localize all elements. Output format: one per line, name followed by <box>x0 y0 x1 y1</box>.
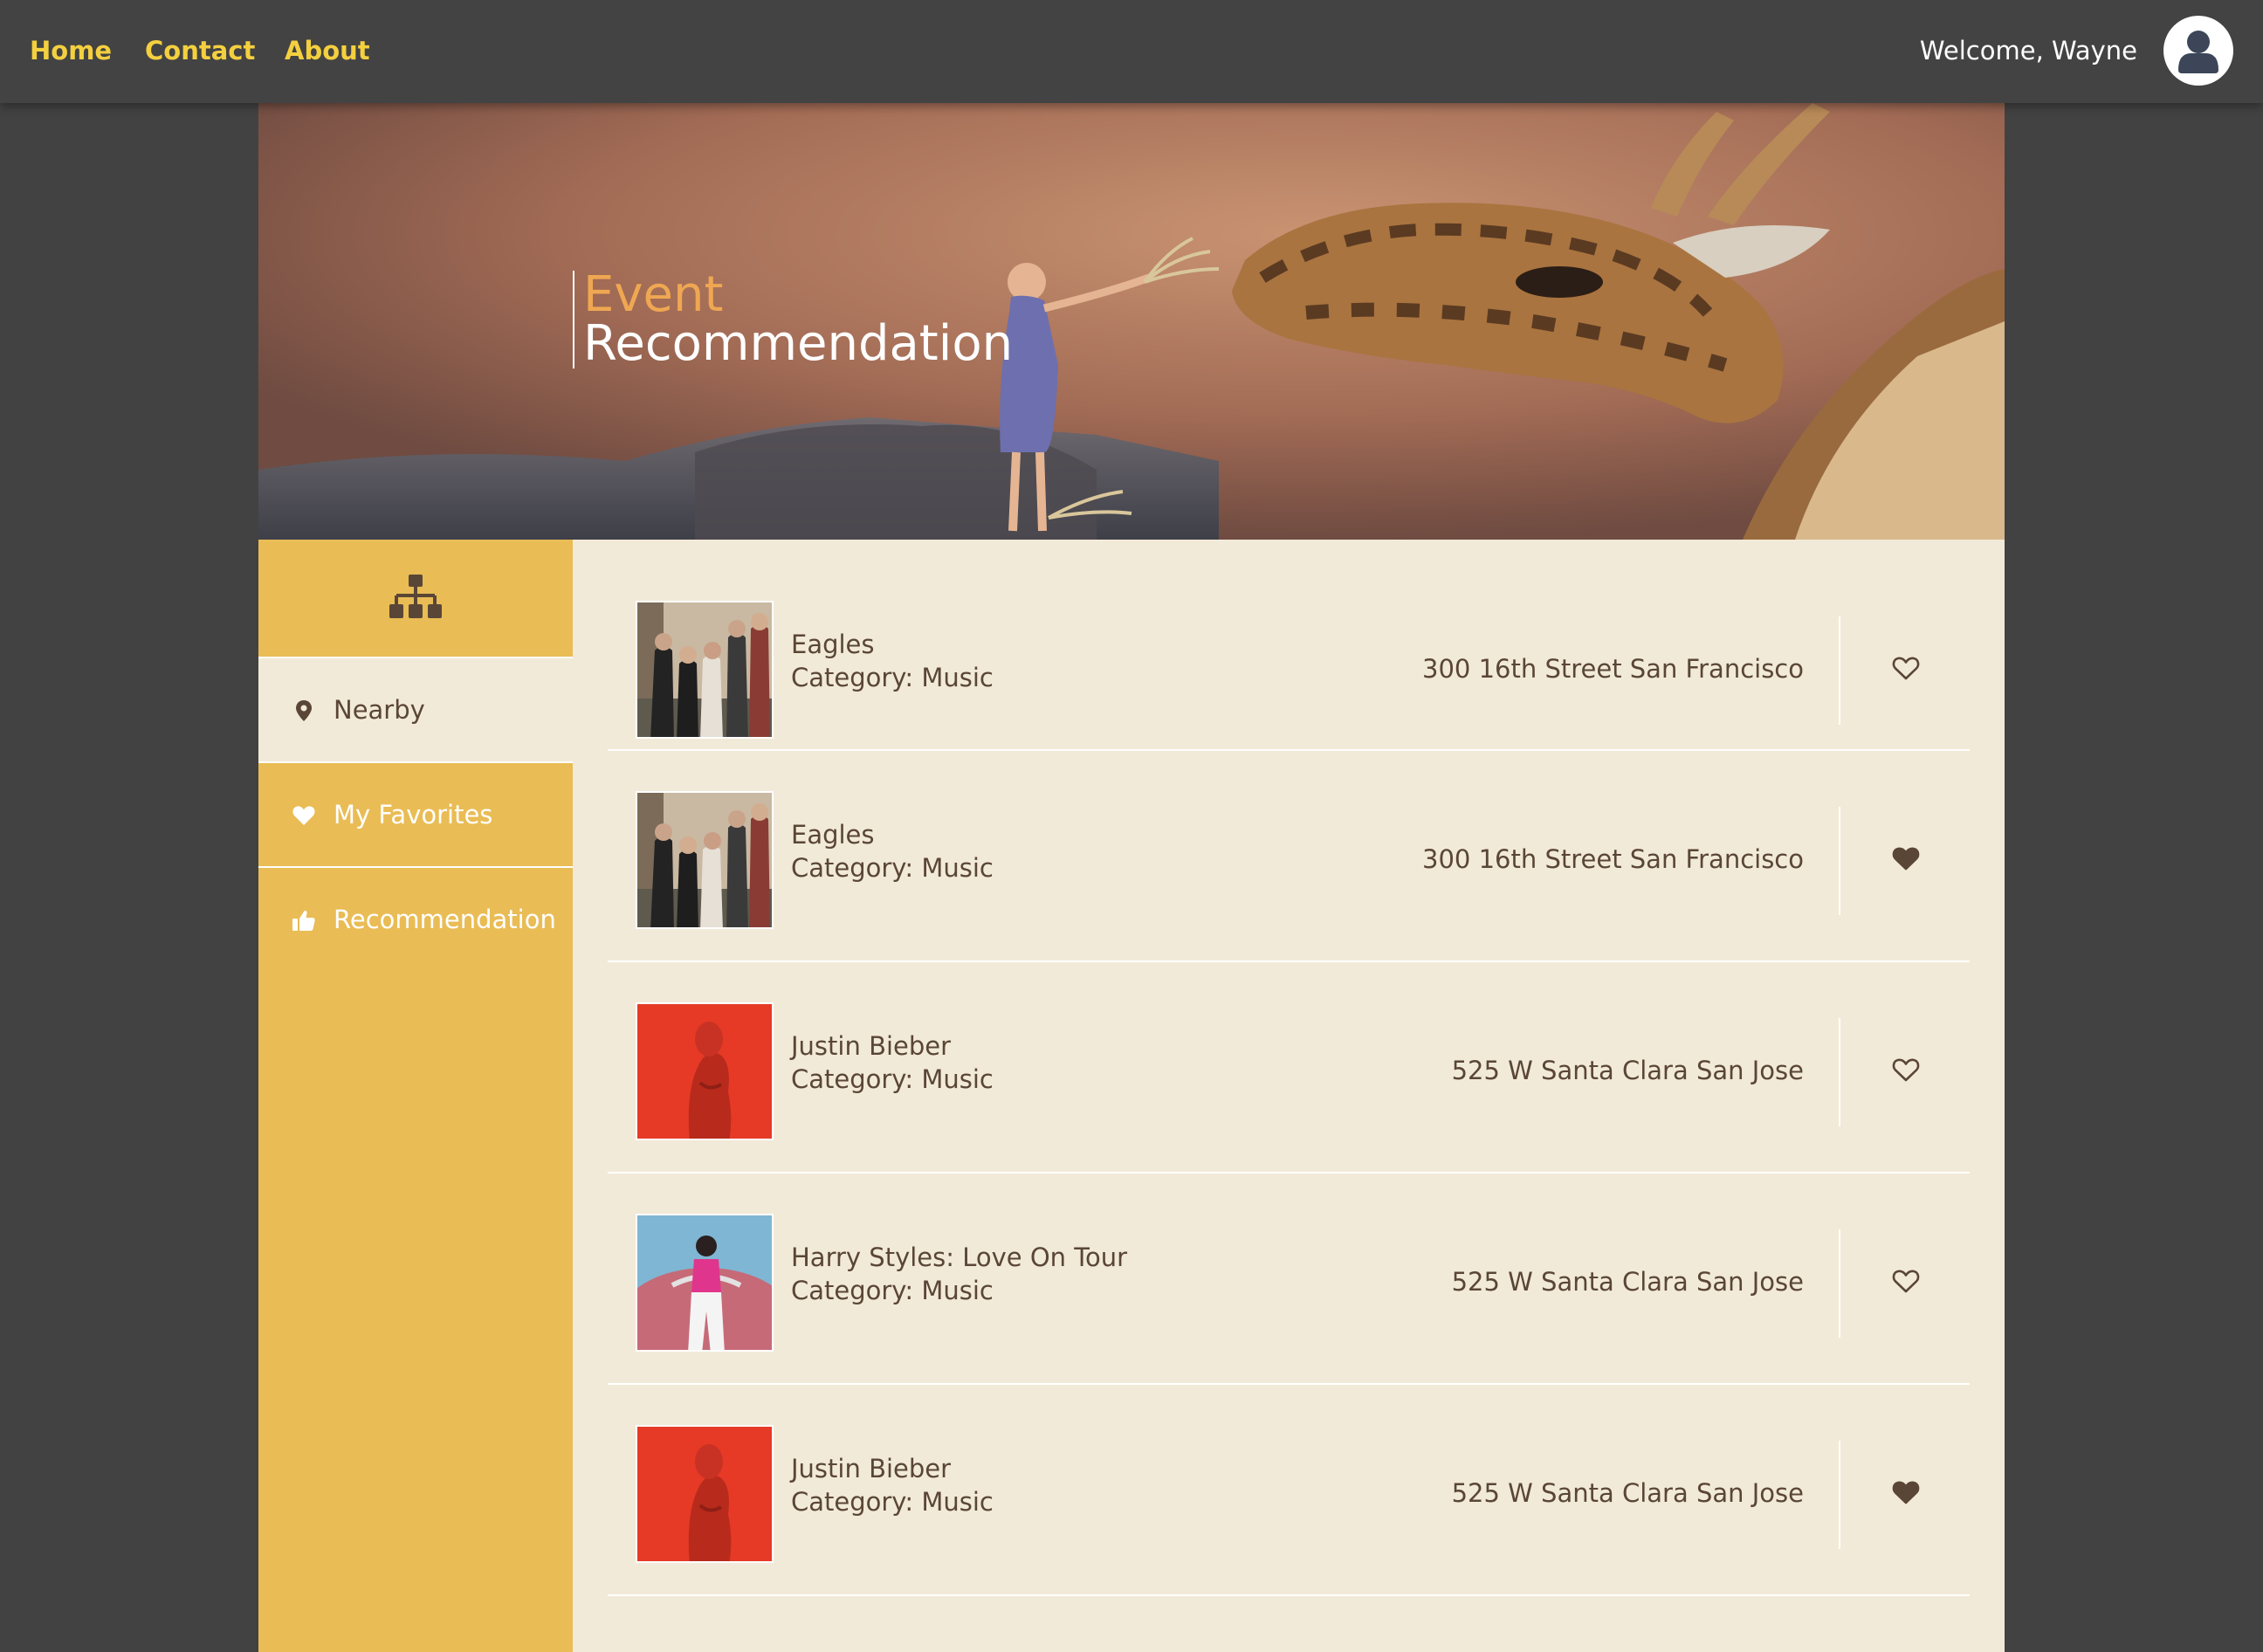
event-category: Category: Music <box>791 853 994 883</box>
sitemap-icon <box>389 575 442 618</box>
event-thumbnail <box>636 1425 774 1563</box>
event-category: Category: Music <box>791 1276 994 1305</box>
event-address: 525 W Santa Clara San Jose <box>1451 1267 1804 1297</box>
event-thumbnail <box>636 1214 774 1352</box>
favorite-heart-outline-icon[interactable] <box>1891 1057 1921 1083</box>
event-name[interactable]: Justin Bieber <box>791 1453 951 1484</box>
sidebar-item-my-favorites[interactable]: My Favorites <box>258 763 573 868</box>
user-avatar-icon[interactable] <box>2163 16 2233 86</box>
nav-contact-link[interactable]: Contact <box>145 35 255 66</box>
event-list-item[interactable]: Eagles Category: Music 300 16th Street S… <box>608 540 1970 751</box>
event-name[interactable]: Eagles <box>791 819 875 850</box>
sidebar-item-label: My Favorites <box>334 800 493 829</box>
hero-title-line1: Event <box>583 266 724 323</box>
hero-title-line2: Recommendation <box>583 315 1014 372</box>
sidebar-item-recommendation[interactable]: Recommendation <box>258 868 573 973</box>
event-category: Category: Music <box>791 1064 994 1094</box>
divider <box>1839 1229 1840 1338</box>
event-category: Category: Music <box>791 1487 994 1517</box>
event-address: 300 16th Street San Francisco <box>1422 844 1804 874</box>
nav-about-link[interactable]: About <box>285 35 370 66</box>
favorite-heart-outline-icon[interactable] <box>1891 655 1921 681</box>
hero-background-image <box>258 103 2005 540</box>
sidebar-item-label: Recommendation <box>334 905 556 934</box>
event-address: 525 W Santa Clara San Jose <box>1451 1478 1804 1508</box>
divider <box>1839 807 1840 915</box>
heart-icon <box>292 806 315 825</box>
event-list-item[interactable]: Harry Styles: Love On Tour Category: Mus… <box>608 1174 1970 1385</box>
event-address: 525 W Santa Clara San Jose <box>1451 1056 1804 1085</box>
hero-title: Event Recommendation <box>573 271 1013 368</box>
map-pin-icon <box>296 700 312 721</box>
event-address: 300 16th Street San Francisco <box>1422 654 1804 684</box>
event-name[interactable]: Eagles <box>791 629 875 660</box>
event-list-item[interactable]: Eagles Category: Music 300 16th Street S… <box>608 751 1970 962</box>
divider <box>1839 1018 1840 1126</box>
thumbs-up-icon <box>292 910 315 931</box>
divider <box>1839 1441 1840 1549</box>
sidebar-header <box>258 540 573 658</box>
event-thumbnail <box>636 791 774 929</box>
favorite-heart-outline-icon[interactable] <box>1891 1268 1921 1294</box>
event-list: Eagles Category: Music 300 16th Street S… <box>573 540 2005 1652</box>
sidebar-item-nearby[interactable]: Nearby <box>258 658 573 763</box>
event-list-item[interactable]: Justin Bieber Category: Music 525 W Sant… <box>608 962 1970 1174</box>
main-container: Event Recommendation Nearby My Favorites… <box>258 103 2005 1652</box>
top-navbar: Home Contact About Welcome, Wayne <box>0 0 2263 103</box>
event-category: Category: Music <box>791 663 994 692</box>
event-list-item[interactable]: Justin Bieber Category: Music 525 W Sant… <box>608 1385 1970 1596</box>
event-thumbnail <box>636 601 774 739</box>
welcome-message: Welcome, Wayne <box>1919 36 2137 65</box>
favorite-heart-filled-icon[interactable] <box>1891 845 1921 871</box>
event-thumbnail <box>636 1002 774 1140</box>
sidebar: Nearby My Favorites Recommendation <box>258 540 573 1652</box>
divider <box>1839 616 1840 725</box>
favorite-heart-filled-icon[interactable] <box>1891 1479 1921 1505</box>
hero-banner: Event Recommendation <box>258 103 2005 540</box>
event-name[interactable]: Harry Styles: Love On Tour <box>791 1242 1127 1273</box>
sidebar-item-label: Nearby <box>334 695 425 725</box>
event-name[interactable]: Justin Bieber <box>791 1030 951 1062</box>
nav-home-link[interactable]: Home <box>30 35 112 66</box>
